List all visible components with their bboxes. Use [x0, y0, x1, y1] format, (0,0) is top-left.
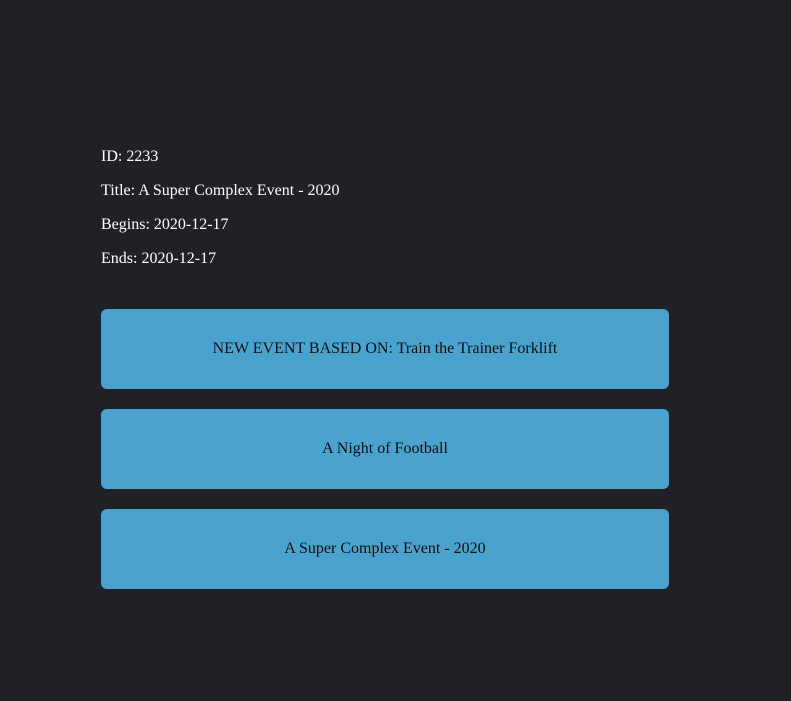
- event-card-label: A Night of Football: [322, 440, 448, 457]
- event-card-new-based-on[interactable]: NEW EVENT BASED ON: Train the Trainer Fo…: [101, 309, 669, 389]
- event-title: Title: A Super Complex Event - 2020: [101, 182, 340, 199]
- event-list: NEW EVENT BASED ON: Train the Trainer Fo…: [101, 309, 669, 609]
- event-id: ID: 2233: [101, 148, 159, 165]
- event-details: ID: 2233 Title: A Super Complex Event - …: [101, 147, 669, 283]
- event-card-night-of-football[interactable]: A Night of Football: [101, 409, 669, 489]
- event-ends: Ends: 2020-12-17: [101, 250, 217, 267]
- event-card-label: A Super Complex Event - 2020: [284, 540, 486, 557]
- event-begins: Begins: 2020-12-17: [101, 216, 229, 233]
- event-card-super-complex-event[interactable]: A Super Complex Event - 2020: [101, 509, 669, 589]
- event-card-label: NEW EVENT BASED ON: Train the Trainer Fo…: [212, 340, 558, 357]
